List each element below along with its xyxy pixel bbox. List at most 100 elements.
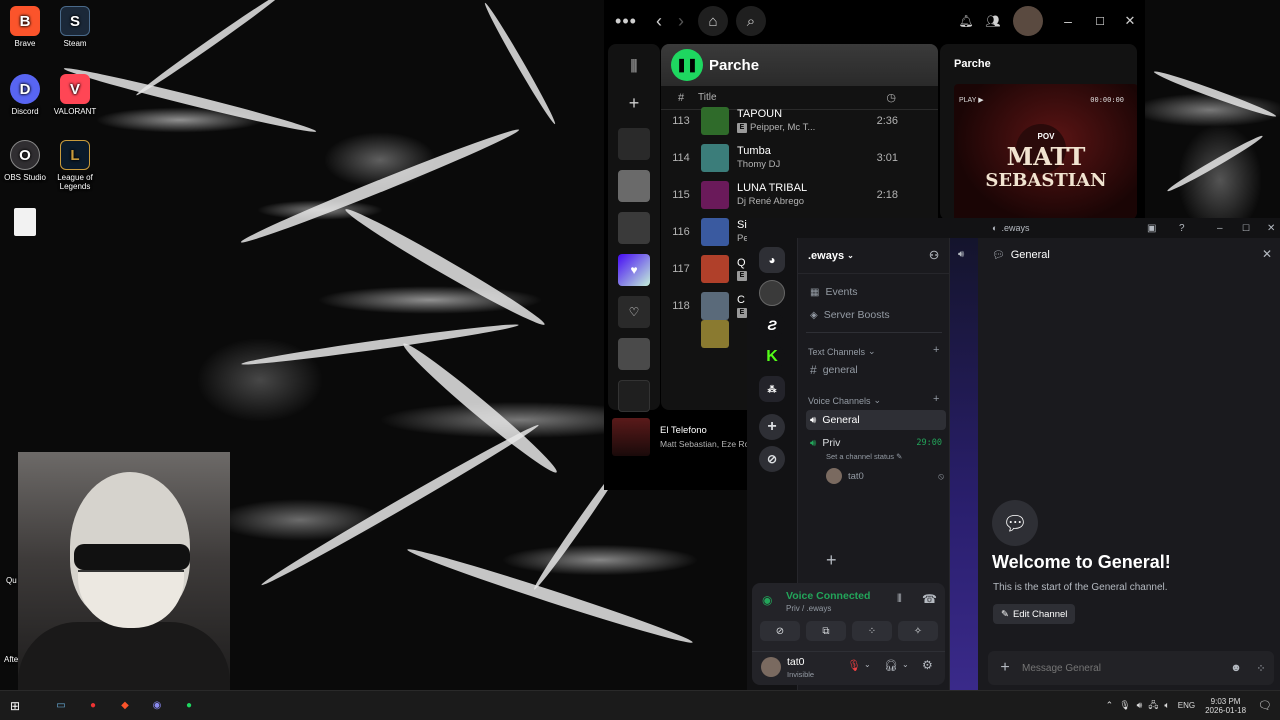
table-row[interactable]: 114 Tumba Thomy DJ 3:01 xyxy=(661,139,938,176)
track-title[interactable]: TAPOUN xyxy=(737,108,833,120)
brave-icon[interactable]: ◆ xyxy=(114,695,136,717)
library-item[interactable] xyxy=(618,128,650,160)
sidebar-item-events[interactable]: ▦ Events xyxy=(806,282,946,302)
voice-connected-label[interactable]: Voice Connected xyxy=(786,590,870,602)
avatar[interactable] xyxy=(761,657,781,677)
track-artist[interactable]: Peipper, Mc T... xyxy=(750,122,815,133)
home-icon[interactable]: ⌂ xyxy=(698,6,728,36)
minimize-icon[interactable]: – xyxy=(1217,223,1223,234)
server-icon[interactable] xyxy=(759,280,785,306)
user-status[interactable]: Invisible xyxy=(787,670,814,679)
server-header[interactable]: .eways ⌄ ⚇ xyxy=(798,238,949,274)
library-icon[interactable]: ⫼ xyxy=(608,44,660,88)
clock[interactable]: 9:03 PM 2026-01-18 xyxy=(1205,697,1246,715)
chevron-up-icon[interactable]: ⌃ xyxy=(1106,700,1114,711)
mic-muted-icon[interactable]: 🎙︎ xyxy=(847,659,861,672)
close-icon[interactable]: ✕ xyxy=(1115,13,1145,29)
desktop-icon-label-partial[interactable]: Afte xyxy=(4,655,18,664)
back-arrow-icon[interactable]: ‹ xyxy=(648,11,670,32)
library-item[interactable] xyxy=(618,380,650,412)
speaker-icon[interactable]: 🔈︎ xyxy=(1164,700,1169,711)
add-icon[interactable]: + xyxy=(608,88,660,118)
desktop-icon-steam[interactable]: S Steam xyxy=(47,6,103,48)
track-title[interactable]: LUNA TRIBAL xyxy=(737,182,833,194)
apps-icon[interactable]: ⁘ xyxy=(1248,662,1274,675)
close-icon[interactable]: ✕ xyxy=(1267,223,1275,234)
discord-home-icon[interactable]: ◕ xyxy=(759,247,785,273)
add-attachment-icon[interactable]: + xyxy=(988,659,1022,677)
voice-member[interactable]: tat0 ⦸ xyxy=(826,468,944,484)
library-item[interactable]: ♡ xyxy=(618,296,650,328)
notifications-icon[interactable]: 🗨︎ xyxy=(1258,699,1272,712)
activities-button[interactable]: ⁘ xyxy=(852,621,892,641)
edit-channel-button[interactable]: ✎ Edit Channel xyxy=(993,604,1076,624)
network-icon[interactable]: 🖧︎ xyxy=(1148,698,1158,714)
disconnect-icon[interactable]: ☎ xyxy=(922,592,937,606)
bell-icon[interactable]: 🔔︎ xyxy=(953,14,979,28)
forward-arrow-icon[interactable]: › xyxy=(670,11,692,32)
library-item[interactable] xyxy=(618,170,650,202)
username[interactable]: tat0 xyxy=(787,656,805,668)
gear-icon[interactable]: ⚙ xyxy=(922,658,933,672)
maximize-icon[interactable]: ☐ xyxy=(1242,223,1250,234)
table-row[interactable]: 113 TAPOUN E Peipper, Mc T... 2:36 xyxy=(661,102,938,139)
desktop-icon-label-partial[interactable]: Qu xyxy=(6,576,17,585)
add-server-icon[interactable]: + xyxy=(759,414,785,440)
emoji-icon[interactable]: ☻ xyxy=(1224,662,1248,674)
now-playing-cover[interactable]: PLAY ▶ 00:00:00 POV MATT SEBASTIAN xyxy=(954,84,1137,220)
table-row[interactable]: 115 LUNA TRIBAL Dj René Abrego 2:18 xyxy=(661,176,938,213)
windows-start-icon[interactable]: ⊞ xyxy=(4,695,26,717)
taskbar-app-icon[interactable]: ▭ xyxy=(50,695,72,717)
channel-general-text[interactable]: # general xyxy=(806,360,946,380)
library-item[interactable] xyxy=(618,338,650,370)
desktop-icon-file[interactable] xyxy=(0,208,53,239)
volume-icon[interactable]: 🔊︎ xyxy=(1137,700,1143,711)
channel-status-prompt[interactable]: Set a channel status ✎ xyxy=(826,452,902,461)
text-channels-category[interactable]: Text Channels ⌄ xyxy=(808,346,876,357)
taskbar-app-icon[interactable]: ◉ xyxy=(146,695,168,717)
close-icon[interactable]: ✕ xyxy=(1262,247,1272,261)
now-playing-art[interactable] xyxy=(612,418,650,456)
add-icon[interactable]: + xyxy=(826,550,837,571)
channel-priv-voice[interactable]: 🔊︎ Priv 29:00 xyxy=(806,433,946,453)
sidebar-item-server-boosts[interactable]: ◈ Server Boosts xyxy=(806,305,946,325)
desktop-icon-league[interactable]: L League of Legends xyxy=(47,140,103,191)
taskbar-app-icon[interactable]: ● xyxy=(82,695,104,717)
noise-suppression-icon[interactable]: ⦀ xyxy=(897,593,902,606)
desktop-icon-brave[interactable]: B Brave xyxy=(0,6,53,48)
add-channel-icon[interactable]: + xyxy=(933,344,939,356)
voice-channels-category[interactable]: Voice Channels ⌄ xyxy=(808,395,881,406)
library-item[interactable] xyxy=(618,212,650,244)
avatar[interactable] xyxy=(1013,6,1043,36)
now-playing-artist[interactable]: Matt Sebastian, Eze Ro xyxy=(660,439,748,449)
discover-icon[interactable]: ⊘ xyxy=(759,446,785,472)
track-artist[interactable]: Thomy DJ xyxy=(737,159,780,170)
maximize-icon[interactable]: ☐ xyxy=(1085,15,1115,28)
kick-server-icon[interactable]: K xyxy=(759,344,785,370)
language-indicator[interactable]: ENG xyxy=(1178,701,1195,710)
desktop-icon-discord[interactable]: D Discord xyxy=(0,74,53,116)
minimize-icon[interactable]: – xyxy=(1051,13,1085,29)
search-icon[interactable]: ⌕ xyxy=(736,6,766,36)
desktop-icon-obs[interactable]: O OBS Studio xyxy=(0,140,53,182)
track-title[interactable]: Tumba xyxy=(737,145,833,157)
message-input[interactable] xyxy=(1022,662,1224,674)
help-icon[interactable]: ? xyxy=(1179,223,1185,234)
friends-icon[interactable]: 👥︎ xyxy=(979,14,1007,28)
spotify-icon[interactable]: ● xyxy=(178,695,200,717)
invite-icon[interactable]: ⚇ xyxy=(929,249,939,262)
screen-share-button[interactable]: ⧉ xyxy=(806,621,846,641)
track-artist[interactable]: Dj René Abrego xyxy=(737,196,804,207)
channel-general-voice[interactable]: 🔊︎ General xyxy=(806,410,946,430)
chevron-down-icon[interactable]: ⌄ xyxy=(902,660,909,669)
desktop-icon-valorant[interactable]: V VALORANT xyxy=(47,74,103,116)
now-playing-panel-title[interactable]: Parche xyxy=(940,44,1137,78)
camera-off-button[interactable]: ⊘ xyxy=(760,621,800,641)
server-folder-icon[interactable]: ⁂ xyxy=(759,376,785,402)
inbox-icon[interactable]: ▣ xyxy=(1147,223,1156,234)
soundboard-button[interactable]: ✧ xyxy=(898,621,938,641)
server-icon[interactable]: Ƨ xyxy=(759,312,785,338)
add-channel-icon[interactable]: + xyxy=(933,393,939,405)
speaker-icon[interactable]: 🔊︎ xyxy=(958,249,964,260)
more-icon[interactable]: ••• xyxy=(604,11,648,32)
